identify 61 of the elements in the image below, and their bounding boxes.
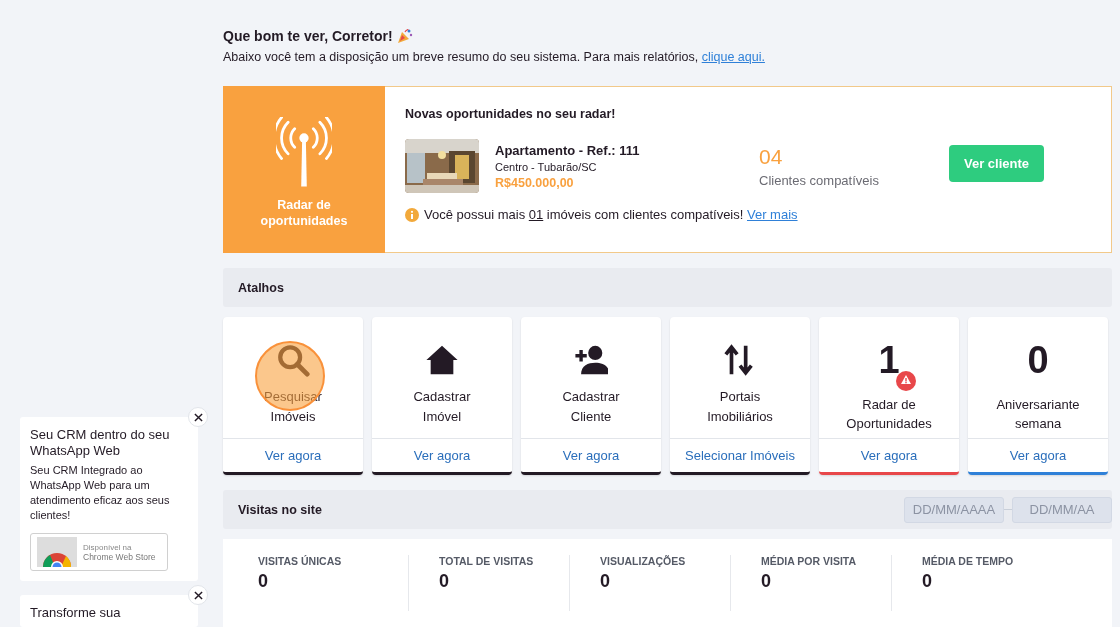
shortcut-link[interactable]: Ver agora xyxy=(223,439,363,472)
store-caption: Disponível na xyxy=(83,542,133,552)
shortcut-label: Cadastrar Imóvel xyxy=(412,388,472,426)
shortcut-card[interactable]: Portais Imobiliários Selecionar Imóveis xyxy=(670,317,810,475)
report-link[interactable]: clique aqui. xyxy=(701,50,765,64)
greeting-title: Que bom te ver, Corretor! xyxy=(223,28,393,44)
stat-label: MÉDIA POR VISITA xyxy=(761,555,858,567)
shortcut-label: Radar de Oportunidades xyxy=(845,396,933,433)
stat-value: 0 xyxy=(761,571,772,592)
promo-title: Transforme sua xyxy=(30,605,122,621)
close-button[interactable] xyxy=(188,407,208,427)
close-icon xyxy=(193,412,203,422)
client-count-label: Clientes compatíveis xyxy=(759,172,880,188)
person-add-icon xyxy=(574,343,608,377)
stat-value: 0 xyxy=(439,571,450,592)
shortcut-card[interactable]: Cadastrar Cliente Ver agora xyxy=(521,317,661,475)
shortcut-label: Cadastrar Cliente xyxy=(561,388,621,426)
shortcut-link[interactable]: Ver agora xyxy=(968,439,1108,472)
shortcut-count: 0 xyxy=(1027,339,1049,383)
stat-value: 0 xyxy=(922,571,933,592)
house-icon xyxy=(425,343,459,377)
stat-label: TOTAL DE VISITAS xyxy=(439,555,535,567)
search-icon xyxy=(276,343,310,377)
see-more-link[interactable]: Ver mais xyxy=(747,207,798,222)
store-name: Chrome Web Store xyxy=(83,551,156,562)
property-location: Centro - Tubarão/SC xyxy=(495,160,598,173)
radar-label: Radar de oportunidades xyxy=(259,196,349,229)
shortcut-link[interactable]: Ver agora xyxy=(819,439,959,472)
date-field[interactable]: DD/MM/AA xyxy=(1012,496,1112,523)
shortcut-link[interactable]: Selecionar Imóveis xyxy=(670,439,810,472)
shortcut-link[interactable]: Ver agora xyxy=(372,439,512,472)
shortcut-card[interactable]: Cadastrar Imóvel Ver agora xyxy=(372,317,512,475)
info-icon xyxy=(405,207,419,222)
stat-value: 0 xyxy=(600,571,611,592)
chrome-logo-icon xyxy=(37,537,77,567)
notice-text: Você possui mais 01 imóveis com clientes compatíveis! Ver mais xyxy=(424,207,798,222)
shortcut-card[interactable]: 1 Radar de Oportunidades Ver agora xyxy=(819,317,959,475)
close-button[interactable] xyxy=(188,585,208,605)
stat-label: VISUALIZAÇÕES xyxy=(600,555,687,567)
property-title: Apartamento - Ref.: 111 xyxy=(495,142,641,158)
section-title: Atalhos xyxy=(238,280,284,295)
shortcut-label: Portais Imobiliários xyxy=(706,388,774,426)
shortcut-label: Aniversariante semana xyxy=(995,396,1081,433)
antenna-icon xyxy=(276,116,332,187)
close-icon xyxy=(193,590,203,600)
intro-text: Abaixo você tem a disposição um breve resumo do seu sistema. Para mais relatórios, clique aqui. xyxy=(223,50,766,64)
party-popper-icon xyxy=(396,28,413,44)
store-badge[interactable]: Disponível na Chrome Web Store xyxy=(30,533,168,571)
shortcut-card[interactable]: 0 Aniversariante semana Ver agora xyxy=(968,317,1108,475)
shortcut-count: 1 xyxy=(878,339,900,383)
shortcut-link[interactable]: Ver agora xyxy=(521,439,661,472)
stat-label: MÉDIA DE TEMPO xyxy=(922,555,1015,567)
promo-text: Seu CRM Integrado ao WhatsApp Web para um atendimento eficaz aos seus clientes! xyxy=(30,463,171,523)
stat-label: VISITAS ÚNICAS xyxy=(258,555,343,567)
section-title: Visitas no site xyxy=(238,502,322,517)
date-field[interactable]: DD/MM/AAAA xyxy=(904,496,1004,523)
stat-value: 0 xyxy=(258,571,269,592)
promo-title: Seu CRM dentro do seu WhatsApp Web xyxy=(30,427,171,459)
radar-heading: Novas oportunidades no seu radar! xyxy=(405,107,617,121)
client-count: 04 xyxy=(759,144,784,169)
property-price: R$450.000,00 xyxy=(495,175,575,190)
